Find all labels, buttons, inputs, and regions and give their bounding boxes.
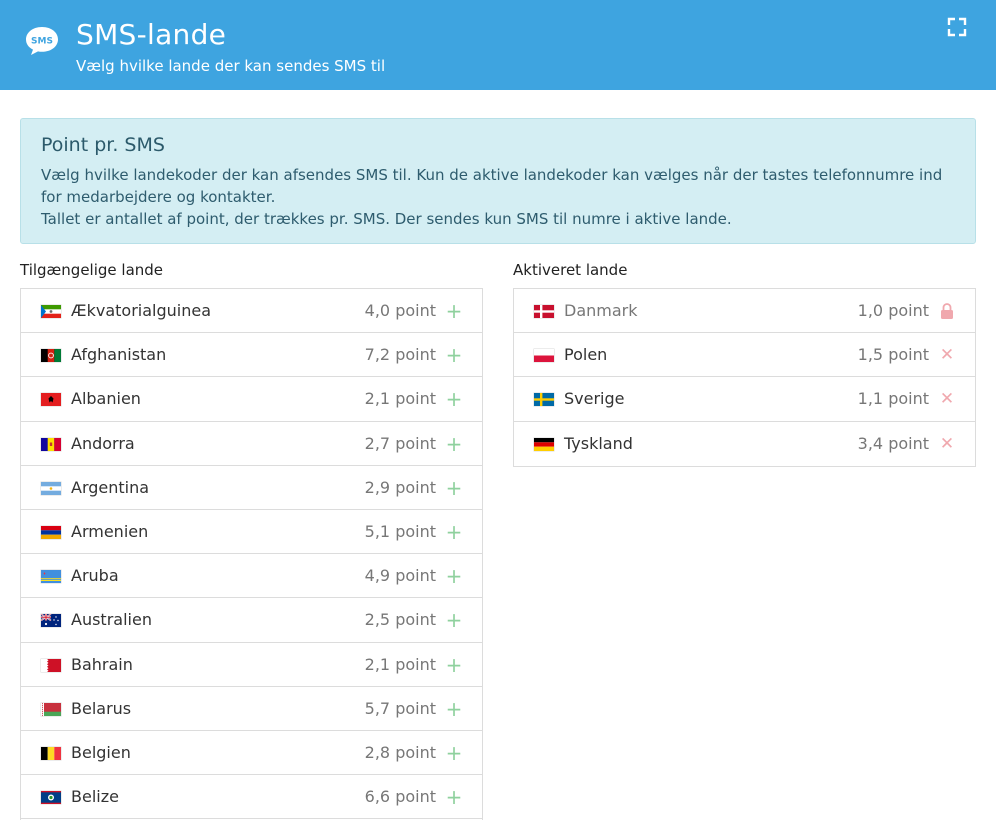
lock-icon: [937, 301, 957, 321]
country-points: 3,4 point: [857, 433, 929, 453]
add-country-icon[interactable]: +: [444, 478, 464, 498]
country-row-aekvatorialguinea: Ækvatorialguinea 4,0 point +: [21, 289, 482, 334]
active-countries-list: Danmark 1,0 point Polen 1,5 point ✕ Sverige 1,…: [513, 288, 976, 467]
add-country-icon[interactable]: +: [444, 655, 464, 675]
country-row-danmark: Danmark 1,0 point: [514, 289, 975, 334]
country-name: Ækvatorialguinea: [71, 301, 211, 320]
country-points: 1,0 point: [857, 301, 929, 320]
country-points: 2,7 point: [364, 433, 436, 453]
flag-am-icon: [41, 525, 61, 539]
available-countries-label: Tilgængelige lande: [20, 261, 164, 279]
country-row-afghanistan: Afghanistan 7,2 point +: [21, 333, 482, 378]
page-title: SMS-lande: [76, 18, 227, 51]
add-country-icon[interactable]: +: [444, 699, 464, 719]
header: SMS SMS-lande Vælg hvilke lande der kan …: [0, 0, 996, 90]
add-country-icon[interactable]: +: [444, 566, 464, 586]
remove-country-icon[interactable]: ✕: [937, 345, 957, 365]
country-row-belarus: Belarus 5,7 point +: [21, 687, 482, 731]
country-name: Albanien: [71, 389, 141, 409]
country-name: Belize: [71, 787, 119, 807]
active-countries-label: Aktiveret lande: [513, 261, 628, 279]
country-points: 5,1 point: [364, 521, 436, 541]
country-name: Sverige: [564, 389, 625, 409]
country-row-belize: Belize 6,6 point +: [21, 775, 482, 820]
info-box: Point pr. SMS Vælg hvilke landekoder der…: [20, 118, 976, 244]
country-row-belgien: Belgien 2,8 point +: [21, 731, 482, 776]
country-row-sverige: Sverige 1,1 point ✕: [514, 377, 975, 422]
country-row-bahrain: Bahrain 2,1 point +: [21, 643, 482, 687]
remove-country-icon[interactable]: ✕: [937, 389, 957, 409]
country-row-argentina: Argentina 2,9 point +: [21, 466, 482, 510]
svg-text:SMS: SMS: [31, 37, 53, 47]
flag-bz-icon: [41, 791, 61, 805]
country-points: 2,1 point: [364, 654, 436, 674]
country-name: Andorra: [71, 433, 135, 453]
country-name: Bahrain: [71, 654, 133, 674]
flag-pl-icon: [534, 349, 554, 363]
country-name: Danmark: [564, 301, 638, 320]
page-subtitle: Vælg hvilke lande der kan sendes SMS til: [76, 57, 386, 75]
country-points: 4,9 point: [364, 566, 436, 586]
country-points: 4,0 point: [364, 301, 436, 320]
add-country-icon[interactable]: +: [444, 522, 464, 542]
flag-al-icon: [41, 393, 61, 407]
country-name: Aruba: [71, 566, 119, 586]
country-points: 1,5 point: [857, 345, 929, 365]
flag-ad-icon: [41, 437, 61, 451]
country-name: Polen: [564, 345, 608, 365]
info-text-1: Vælg hvilke landekoder der kan afsendes …: [41, 166, 943, 206]
country-name: Afghanistan: [71, 345, 167, 365]
add-country-icon[interactable]: +: [444, 787, 464, 807]
flag-by-icon: [41, 702, 61, 716]
country-points: 2,8 point: [364, 742, 436, 762]
country-row-andorra: Andorra 2,7 point +: [21, 422, 482, 466]
country-row-armenien: Armenien 5,1 point +: [21, 510, 482, 555]
country-row-aruba: Aruba 4,9 point +: [21, 554, 482, 599]
country-name: Argentina: [71, 477, 150, 497]
country-row-polen: Polen 1,5 point ✕: [514, 333, 975, 378]
flag-aw-icon: [41, 570, 61, 584]
flag-ar-icon: [41, 481, 61, 495]
flag-au-icon: [41, 614, 61, 628]
country-name: Tyskland: [564, 433, 633, 453]
country-row-australien: Australien 2,5 point +: [21, 598, 482, 643]
country-points: 6,6 point: [364, 787, 436, 807]
country-name: Belgien: [71, 742, 131, 762]
country-points: 7,2 point: [364, 345, 436, 365]
add-country-icon[interactable]: +: [444, 301, 464, 321]
country-points: 2,9 point: [364, 477, 436, 497]
add-country-icon[interactable]: +: [444, 389, 464, 409]
add-country-icon[interactable]: +: [444, 743, 464, 763]
country-points: 2,1 point: [364, 389, 436, 409]
flag-gq-icon: [41, 305, 61, 318]
info-title: Point pr. SMS: [41, 134, 165, 156]
country-points: 1,1 point: [857, 389, 929, 409]
add-country-icon[interactable]: +: [444, 345, 464, 365]
expand-icon[interactable]: [944, 14, 970, 40]
country-row-tyskland: Tyskland 3,4 point ✕: [514, 422, 975, 466]
add-country-icon[interactable]: +: [444, 610, 464, 630]
flag-bh-icon: [41, 658, 61, 672]
country-name: Belarus: [71, 698, 132, 718]
flag-de-icon: [534, 437, 554, 451]
flag-se-icon: [534, 393, 554, 407]
remove-country-icon[interactable]: ✕: [937, 434, 957, 454]
available-countries-list: Ækvatorialguinea 4,0 point + Afghanistan 7,2…: [20, 288, 483, 820]
flag-be-icon: [41, 746, 61, 760]
flag-dk-icon: [534, 305, 554, 318]
country-points: 2,5 point: [364, 610, 436, 630]
country-name: Australien: [71, 610, 152, 630]
country-name: Armenien: [71, 521, 149, 541]
sms-bubble-icon: SMS: [26, 27, 58, 55]
add-country-icon[interactable]: +: [444, 434, 464, 454]
info-text-2: Tallet er antallet af point, der trækkes…: [41, 210, 732, 228]
country-row-albanien: Albanien 2,1 point +: [21, 377, 482, 422]
flag-af-icon: [41, 349, 61, 363]
country-points: 5,7 point: [364, 698, 436, 718]
